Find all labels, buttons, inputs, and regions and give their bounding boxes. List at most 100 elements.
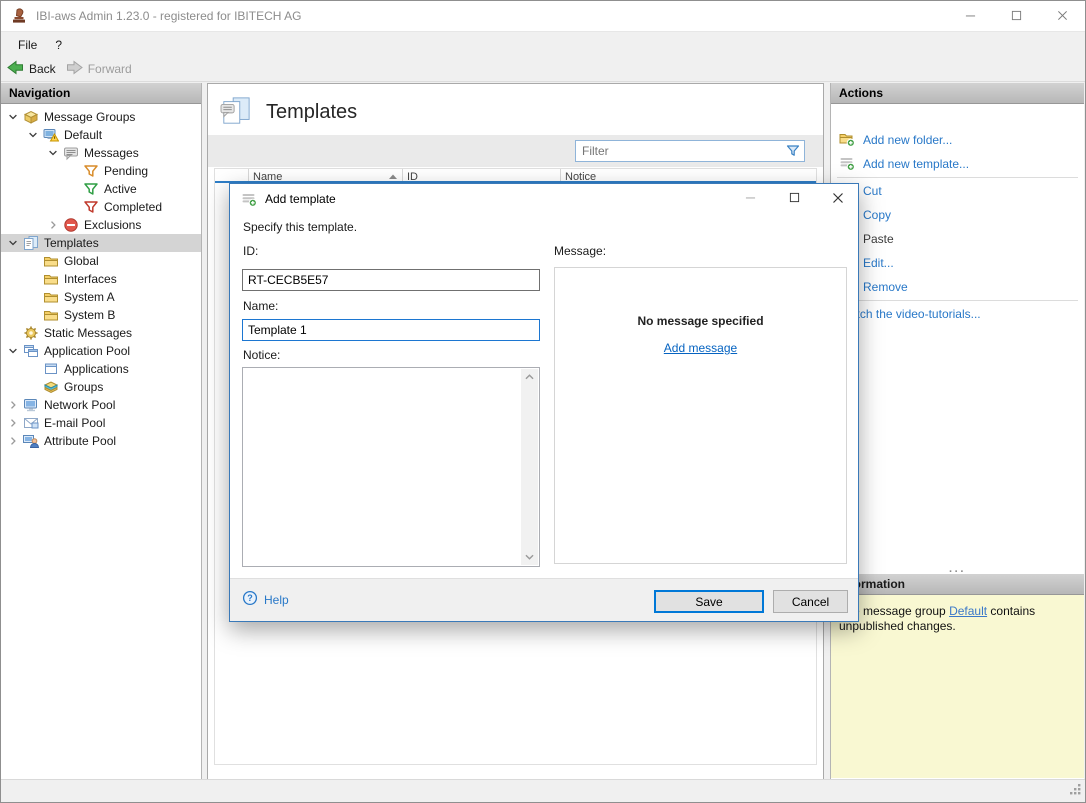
actions-list: Add new folder... Add new template... Cu…	[831, 104, 1084, 326]
nav-item-global[interactable]: Global	[1, 252, 201, 270]
nav-item-interfaces[interactable]: Interfaces	[1, 270, 201, 288]
nav-item-templates[interactable]: Templates	[1, 234, 201, 252]
nav-item-label: Completed	[104, 200, 162, 214]
nav-item-label: Global	[64, 254, 99, 268]
chevron-down-icon[interactable]	[23, 129, 43, 141]
chevron-down-icon[interactable]	[3, 237, 23, 249]
dialog-maximize-button[interactable]	[780, 187, 808, 211]
back-button[interactable]: Back	[7, 60, 56, 78]
chevron-right-icon[interactable]	[3, 417, 23, 429]
nav-item-label: Applications	[64, 362, 129, 376]
name-field[interactable]	[242, 319, 540, 341]
action-remove[interactable]: Remove	[831, 275, 1084, 299]
resize-grip-icon[interactable]	[1068, 782, 1082, 799]
actions-header: Actions	[831, 83, 1084, 104]
filter-input[interactable]	[576, 144, 782, 158]
nav-item-completed[interactable]: Completed	[1, 198, 201, 216]
menu-item-help[interactable]: ?	[46, 35, 71, 55]
chevron-right-icon[interactable]	[43, 219, 63, 231]
no-message-text: No message specified	[555, 314, 846, 328]
add-message-link[interactable]: Add message	[664, 341, 737, 355]
nav-item-email-pool[interactable]: E-mail Pool	[1, 414, 201, 432]
cancel-button[interactable]: Cancel	[773, 590, 848, 613]
chevron-down-icon[interactable]	[43, 147, 63, 159]
column-label: ID	[407, 170, 418, 183]
forward-button[interactable]: Forward	[66, 60, 132, 78]
no-entry-icon	[63, 217, 79, 233]
dialog-minimize-button[interactable]	[736, 187, 764, 211]
nav-item-exclusions[interactable]: Exclusions	[1, 216, 201, 234]
maximize-button[interactable]	[993, 1, 1039, 32]
folder-icon	[43, 289, 59, 305]
nav-item-pending[interactable]: Pending	[1, 162, 201, 180]
filter-box	[575, 140, 805, 162]
filter-funnel-icon[interactable]	[782, 143, 804, 159]
action-add-new-template[interactable]: Add new template...	[831, 152, 1084, 176]
chevron-up-icon	[524, 370, 535, 384]
action-label: Watch the video-tutorials...	[839, 307, 981, 321]
action-label: Remove	[863, 280, 908, 294]
action-watch-video-tutorials[interactable]: Watch the video-tutorials...	[831, 302, 1084, 326]
message-box: No message specified Add message	[554, 267, 847, 564]
dialog-close-button[interactable]	[824, 187, 852, 211]
status-bar	[1, 779, 1085, 802]
navigation-toolbar: Back Forward	[1, 57, 1085, 82]
notice-textarea[interactable]	[242, 367, 540, 567]
help-link[interactable]: ? Help	[242, 590, 289, 609]
active-funnel-icon	[83, 181, 99, 197]
action-label: Paste	[863, 232, 894, 246]
help-icon: ?	[242, 590, 258, 609]
nav-item-message-groups[interactable]: Message Groups	[1, 108, 201, 126]
action-cut[interactable]: Cut	[831, 179, 1084, 203]
action-paste[interactable]: Paste	[831, 227, 1084, 251]
column-header-notice[interactable]: Notice	[561, 169, 816, 181]
add-template-dialog-icon	[241, 191, 257, 207]
nav-item-applications[interactable]: Applications	[1, 360, 201, 378]
nav-item-messages[interactable]: Messages	[1, 144, 201, 162]
chevron-right-icon[interactable]	[3, 435, 23, 447]
menu-bar: File ?	[1, 33, 1085, 57]
nav-item-label: Default	[64, 128, 102, 142]
folder-icon	[43, 253, 59, 269]
action-copy[interactable]: Copy	[831, 203, 1084, 227]
title-bar: IBI-aws Admin 1.23.0 - registered for IB…	[1, 1, 1085, 32]
nav-item-network-pool[interactable]: Network Pool	[1, 396, 201, 414]
id-label: ID:	[243, 244, 258, 258]
nav-item-label: Message Groups	[44, 110, 135, 124]
column-label: Notice	[565, 170, 596, 183]
scroll-down-button[interactable]	[521, 549, 538, 565]
column-header-id[interactable]: ID	[403, 169, 561, 181]
scroll-up-button[interactable]	[521, 369, 538, 385]
action-edit[interactable]: Edit...	[831, 251, 1084, 275]
chevron-right-icon[interactable]	[3, 399, 23, 411]
maximize-icon	[789, 192, 800, 206]
folder-icon	[43, 271, 59, 287]
nav-item-system-a[interactable]: System A	[1, 288, 201, 306]
action-label: Add new folder...	[863, 133, 952, 147]
add-template-icon	[839, 155, 855, 174]
nav-item-application-pool[interactable]: Application Pool	[1, 342, 201, 360]
chevron-down-icon[interactable]	[3, 111, 23, 123]
stack-icon	[43, 379, 59, 395]
id-field[interactable]	[242, 269, 540, 291]
nav-item-default[interactable]: Default	[1, 126, 201, 144]
nav-item-groups[interactable]: Groups	[1, 378, 201, 396]
nav-item-active[interactable]: Active	[1, 180, 201, 198]
messages-icon	[63, 145, 79, 161]
action-add-new-folder[interactable]: Add new folder...	[831, 128, 1084, 152]
pending-funnel-icon	[83, 163, 99, 179]
notice-scrollbar[interactable]	[521, 369, 538, 565]
default-group-link[interactable]: Default	[949, 604, 987, 618]
save-button[interactable]: Save	[654, 590, 764, 613]
nav-item-system-b[interactable]: System B	[1, 306, 201, 324]
menu-item-file[interactable]: File	[9, 35, 46, 55]
nav-item-attribute-pool[interactable]: Attribute Pool	[1, 432, 201, 450]
chevron-down-icon[interactable]	[3, 345, 23, 357]
minimize-button[interactable]	[947, 1, 993, 32]
navigation-tree: Message Groups Default Messages Pending …	[1, 104, 201, 450]
row-selector-column	[215, 169, 249, 181]
column-header-name[interactable]: Name	[249, 169, 403, 181]
nav-item-label: System A	[64, 290, 115, 304]
close-button[interactable]	[1039, 1, 1085, 32]
nav-item-static-messages[interactable]: Static Messages	[1, 324, 201, 342]
